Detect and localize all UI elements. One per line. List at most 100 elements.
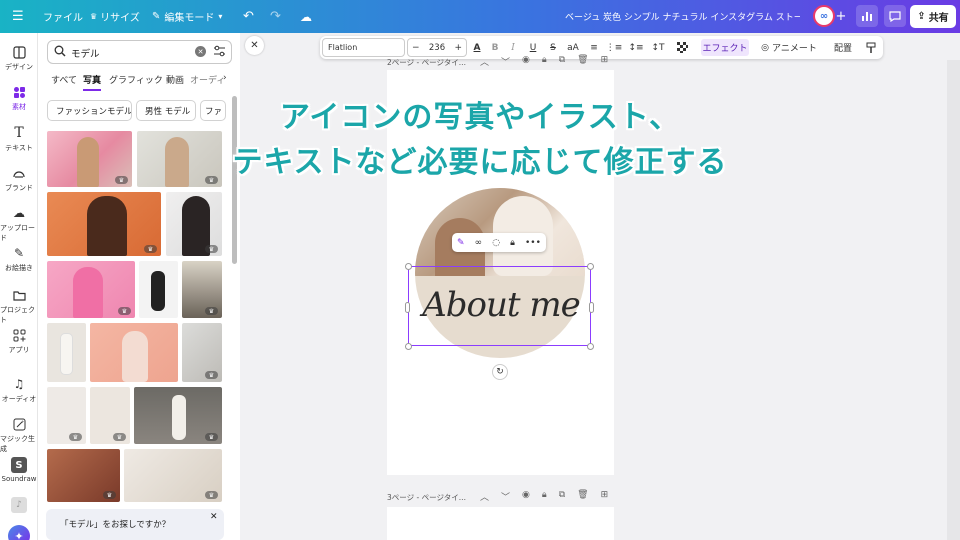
tab-graphics[interactable]: グラフィック [109, 73, 163, 86]
close-icon[interactable]: ✕ [210, 512, 218, 522]
eye-icon[interactable]: ◉ [522, 490, 530, 503]
chevron-up-icon[interactable]: ︿ [480, 55, 489, 68]
chevron-down-icon[interactable]: ﹀ [501, 490, 510, 503]
lock-icon[interactable]: 🔒︎ [510, 238, 515, 248]
font-selector[interactable]: Flatlion [322, 38, 405, 57]
photo-thumbnail[interactable]: ♛ [182, 323, 222, 382]
photo-thumbnail[interactable] [90, 323, 178, 382]
decrease-size-icon[interactable]: − [412, 43, 420, 53]
search-suggestion-card: 「モデル」をお探しですか？ ✕ [46, 509, 224, 540]
photo-thumbnail[interactable]: ♛ [47, 192, 161, 256]
resize-label: リサイズ [100, 13, 140, 24]
rail-item-design[interactable]: デザイン [0, 44, 38, 72]
add-collaborator-icon[interactable]: + [835, 5, 847, 27]
tab-photos[interactable]: 写真 [83, 73, 102, 91]
insights-icon[interactable] [856, 5, 878, 27]
paint-format-icon[interactable] [863, 36, 879, 59]
rotate-icon[interactable]: ↻ [492, 364, 508, 380]
rail-item-audio[interactable]: ♫ オーディオ [0, 376, 38, 404]
crown-icon: ♛ [144, 245, 157, 253]
rail-item-apps[interactable]: アプリ [0, 327, 38, 355]
suggestion-text: 「モデル」をお探しですか？ [60, 520, 171, 530]
chevron-right-icon[interactable]: › [223, 73, 227, 83]
lock-icon[interactable]: 🔒︎ [542, 55, 547, 68]
crown-icon: ♛ [118, 307, 131, 315]
resize-handle[interactable] [405, 263, 412, 270]
position-button[interactable]: 配置 [829, 36, 857, 59]
transparency-icon[interactable] [674, 36, 690, 59]
resize-handle[interactable] [589, 302, 594, 313]
increase-size-icon[interactable]: + [454, 43, 462, 53]
trash-icon[interactable]: 🗑︎ [577, 490, 588, 503]
close-panel-button[interactable]: ✕ [245, 36, 264, 55]
photo-thumbnail[interactable]: ♛ [182, 261, 222, 318]
edit-mode-label: 編集モード [164, 13, 215, 24]
animate-button[interactable]: ◎ アニメート [760, 36, 818, 59]
cloud-sync-icon[interactable]: ☁ [300, 0, 312, 33]
photo-thumbnail[interactable]: ♛ [134, 387, 222, 444]
share-button[interactable]: ⇪ 共有 [910, 5, 956, 28]
chevron-up-icon[interactable]: ︿ [480, 490, 489, 503]
magic-assistant-icon[interactable]: ✦ [8, 525, 30, 540]
redo-icon[interactable]: ↷ [270, 0, 281, 33]
rail-item-more[interactable]: ♪ [0, 497, 38, 515]
photo-thumbnail[interactable] [139, 261, 178, 318]
crown-icon: ♛ [113, 433, 126, 441]
resize-handle[interactable] [587, 263, 594, 270]
rail-item-projects[interactable]: プロジェクト [0, 287, 38, 325]
about-photo[interactable] [415, 188, 585, 276]
rail-item-magic[interactable]: + マジック生成 [0, 416, 38, 454]
resize-handle[interactable] [587, 343, 594, 350]
magic-edit-icon[interactable]: ✎ [457, 238, 465, 248]
search-box[interactable]: モデル ✕ [47, 40, 232, 64]
comment-add-icon[interactable]: ◌ [492, 238, 500, 248]
rail-item-soundraw[interactable]: S Soundraw [0, 457, 38, 483]
resize-handle[interactable] [405, 343, 412, 350]
vertical-text-icon[interactable]: ↕T [650, 36, 666, 59]
photo-thumbnail[interactable]: ♛ [90, 387, 130, 444]
photo-thumbnail[interactable]: ♛ [47, 387, 86, 444]
more-icon[interactable]: ••• [525, 238, 541, 248]
undo-icon[interactable]: ↶ [243, 0, 254, 33]
tab-audio[interactable]: オーディ [190, 73, 225, 86]
add-page-icon[interactable]: ⊞ [601, 55, 609, 68]
page2-label[interactable]: 2ページ - ページタイ... [387, 57, 466, 68]
file-menu[interactable]: ファイル [43, 0, 83, 33]
chevron-down-icon[interactable]: ﹀ [501, 55, 510, 68]
font-size-value[interactable]: 236 [429, 43, 445, 53]
font-size-stepper[interactable]: − 236 + [407, 38, 467, 57]
filter-icon[interactable] [213, 45, 226, 60]
add-page-icon[interactable]: ⊞ [601, 490, 609, 503]
link-icon[interactable]: ∞ [475, 238, 483, 248]
rail-item-upload[interactable]: ☁ アップロード [0, 205, 38, 243]
tab-videos[interactable]: 動画 [166, 73, 184, 86]
photo-thumbnail[interactable] [47, 323, 86, 382]
page-3-canvas[interactable] [387, 507, 614, 540]
selection-box[interactable] [408, 266, 591, 346]
search-input[interactable]: モデル [71, 46, 100, 60]
design-title[interactable]: ベージュ 炭色 シンプル ナチュラル インスタグラム ストーリー... [565, 0, 800, 33]
rail-item-draw[interactable]: ✎ お絵描き [0, 245, 38, 273]
tab-all[interactable]: すべて [51, 73, 77, 86]
duplicate-icon[interactable]: ⧉ [559, 55, 565, 68]
list-icon[interactable]: ⋮≡ [606, 36, 623, 59]
effects-button[interactable]: エフェクト [701, 39, 749, 56]
photo-thumbnail[interactable]: ♛ [47, 449, 120, 502]
resize-button[interactable]: ♛ リサイズ [90, 0, 140, 33]
eye-icon[interactable]: ◉ [522, 55, 530, 68]
clear-search-icon[interactable]: ✕ [195, 46, 206, 57]
trash-icon[interactable]: 🗑︎ [577, 55, 588, 68]
duplicate-icon[interactable]: ⧉ [559, 490, 565, 503]
photo-thumbnail[interactable]: ♛ [47, 261, 135, 318]
spacing-icon[interactable]: ↕≡ [628, 36, 644, 59]
edit-mode-dropdown[interactable]: ✎ 編集モード ▾ [152, 0, 222, 33]
avatar[interactable]: ∞ [813, 5, 835, 27]
crown-icon: ♛ [90, 12, 98, 21]
photo-thumbnail[interactable]: ♛ [124, 449, 222, 502]
lock-icon[interactable]: 🔒︎ [542, 490, 547, 503]
photo-thumbnail[interactable]: ♛ [166, 192, 222, 256]
hamburger-icon[interactable]: ☰ [12, 0, 24, 33]
page3-label[interactable]: 3ページ - ページタイ... [387, 492, 466, 503]
resize-handle[interactable] [405, 302, 410, 313]
comment-icon[interactable] [884, 5, 906, 27]
